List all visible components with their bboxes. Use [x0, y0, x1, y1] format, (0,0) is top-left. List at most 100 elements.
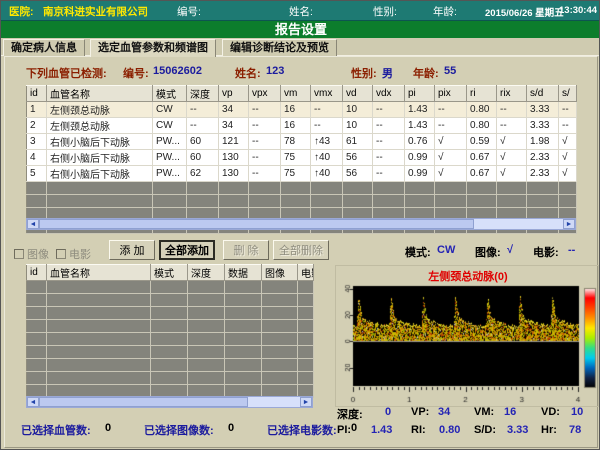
table-cell[interactable]: 3	[27, 134, 47, 150]
table-cell[interactable]: --	[373, 150, 405, 166]
table-cell[interactable]: 130	[219, 166, 249, 182]
table-cell[interactable]: 60	[187, 150, 219, 166]
table-cell[interactable]: 16	[281, 102, 311, 118]
table-cell[interactable]: √	[435, 134, 467, 150]
tab-patient-info[interactable]: 确定病人信息	[3, 39, 85, 56]
table-cell[interactable]: --	[559, 102, 577, 118]
table-cell[interactable]: --	[249, 118, 281, 134]
scroll-right-arrow-icon[interactable]: ►	[300, 397, 312, 407]
table-cell[interactable]: --	[497, 102, 527, 118]
table-cell[interactable]: --	[373, 134, 405, 150]
table-cell[interactable]: ↑43	[311, 134, 343, 150]
table-cell[interactable]: 10	[343, 102, 373, 118]
scrollbar-thumb[interactable]	[39, 397, 248, 407]
scrollbar-track[interactable]	[39, 219, 563, 229]
table-row[interactable]: 1左侧颈总动脉CW--34--16--10--1.43--0.80--3.33-…	[27, 102, 577, 118]
scrollbar-track[interactable]	[39, 397, 300, 407]
scroll-left-arrow-icon[interactable]: ◄	[27, 397, 39, 407]
table-cell[interactable]: CW	[153, 102, 187, 118]
table-cell[interactable]: --	[187, 102, 219, 118]
table-cell[interactable]: √	[559, 134, 577, 150]
selected-vessels-table[interactable]: id血管名称模式深度数据图像电影	[26, 264, 314, 398]
table-row[interactable]: 4右侧小脑后下动脉PW...60130--75↑4056--0.99√0.67√…	[27, 150, 577, 166]
table-cell[interactable]: 0.76	[405, 134, 435, 150]
table-cell[interactable]: 0.80	[467, 102, 497, 118]
table-cell[interactable]: --	[435, 118, 467, 134]
table-cell[interactable]: PW...	[153, 166, 187, 182]
table-cell[interactable]: 2.33	[527, 150, 559, 166]
table-cell[interactable]: 2	[27, 118, 47, 134]
add-all-button[interactable]: 全部添加	[159, 240, 215, 260]
table-cell[interactable]: √	[497, 150, 527, 166]
table-cell[interactable]: ↑40	[311, 150, 343, 166]
table-cell[interactable]: --	[373, 102, 405, 118]
table-cell[interactable]: PW...	[153, 150, 187, 166]
delete-all-button[interactable]: 全部删除	[273, 240, 329, 260]
table-cell[interactable]: 右侧小脑后下动脉	[47, 150, 153, 166]
delete-button[interactable]: 删 除	[223, 240, 269, 260]
table-cell[interactable]: 0.67	[467, 166, 497, 182]
vessel-table-hscrollbar[interactable]: ◄ ►	[26, 218, 576, 230]
table-cell[interactable]: 左侧颈总动脉	[47, 102, 153, 118]
table-cell[interactable]: --	[249, 166, 281, 182]
table-cell[interactable]: 0.80	[467, 118, 497, 134]
table-cell[interactable]: --	[311, 102, 343, 118]
image-checkbox[interactable]: 图像	[14, 246, 49, 262]
table-cell[interactable]: 5	[27, 166, 47, 182]
movie-checkbox[interactable]: 电影	[56, 246, 91, 262]
table-cell[interactable]: 56	[343, 166, 373, 182]
table-cell[interactable]: 2.33	[527, 166, 559, 182]
table-cell[interactable]: 1.43	[405, 118, 435, 134]
table-cell[interactable]: 61	[343, 134, 373, 150]
table-cell[interactable]: 0.99	[405, 166, 435, 182]
table-cell[interactable]: 左侧颈总动脉	[47, 118, 153, 134]
table-cell[interactable]: 75	[281, 166, 311, 182]
table-cell[interactable]: √	[435, 166, 467, 182]
table-cell[interactable]: √	[435, 150, 467, 166]
table-row[interactable]: 5右侧小脑后下动脉PW...62130--75↑4056--0.99√0.67√…	[27, 166, 577, 182]
table-cell[interactable]: PW...	[153, 134, 187, 150]
table-cell[interactable]: 0.67	[467, 150, 497, 166]
table-cell[interactable]: 10	[343, 118, 373, 134]
table-cell[interactable]: --	[497, 118, 527, 134]
add-button[interactable]: 添 加	[109, 240, 155, 260]
table-cell[interactable]: --	[435, 102, 467, 118]
table-cell[interactable]: 3.33	[527, 102, 559, 118]
table-cell[interactable]: 3.33	[527, 118, 559, 134]
table-cell[interactable]: 62	[187, 166, 219, 182]
table-row[interactable]: 2左侧颈总动脉CW--34--16--10--1.43--0.80--3.33-…	[27, 118, 577, 134]
table-cell[interactable]: --	[187, 118, 219, 134]
table-cell[interactable]: ↑40	[311, 166, 343, 182]
scroll-left-arrow-icon[interactable]: ◄	[27, 219, 39, 229]
tab-edit-diagnosis[interactable]: 编辑诊断结论及预览	[222, 39, 337, 56]
scrollbar-thumb[interactable]	[39, 219, 474, 229]
table-cell[interactable]: --	[559, 118, 577, 134]
table-cell[interactable]: √	[559, 166, 577, 182]
table-cell[interactable]: 121	[219, 134, 249, 150]
table-cell[interactable]: 56	[343, 150, 373, 166]
scroll-right-arrow-icon[interactable]: ►	[563, 219, 575, 229]
table-cell[interactable]: 右侧小脑后下动脉	[47, 166, 153, 182]
table-cell[interactable]: --	[249, 134, 281, 150]
checkbox-icon[interactable]	[56, 249, 66, 259]
table-cell[interactable]: 60	[187, 134, 219, 150]
table-cell[interactable]: 34	[219, 118, 249, 134]
table-cell[interactable]: --	[373, 118, 405, 134]
table-cell[interactable]: --	[249, 150, 281, 166]
table-cell[interactable]: √	[497, 134, 527, 150]
table-cell[interactable]: 75	[281, 150, 311, 166]
table-cell[interactable]: 1	[27, 102, 47, 118]
table-cell[interactable]: --	[311, 118, 343, 134]
table-cell[interactable]: √	[559, 150, 577, 166]
detected-vessels-table[interactable]: id血管名称模式深度vpvpxvmvmxvdvdxpipixririxs/ds/…	[26, 85, 577, 234]
table-cell[interactable]: --	[373, 166, 405, 182]
selected-table-hscrollbar[interactable]: ◄ ►	[26, 396, 313, 408]
checkbox-icon[interactable]	[14, 249, 24, 259]
table-cell[interactable]: 右侧小脑后下动脉	[47, 134, 153, 150]
table-cell[interactable]: --	[249, 102, 281, 118]
tab-vessel-params[interactable]: 选定血管参数和频谱图	[90, 39, 216, 57]
table-cell[interactable]: 0.59	[467, 134, 497, 150]
table-cell[interactable]: 4	[27, 150, 47, 166]
table-cell[interactable]: √	[497, 166, 527, 182]
table-cell[interactable]: 130	[219, 150, 249, 166]
